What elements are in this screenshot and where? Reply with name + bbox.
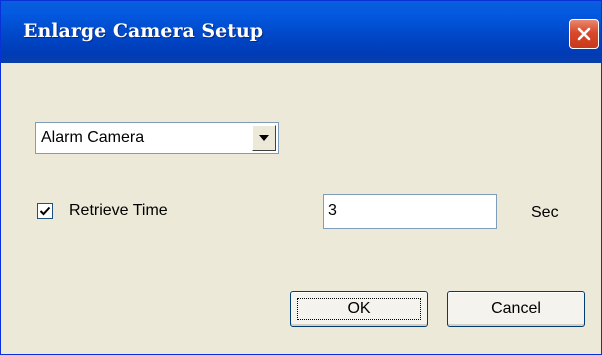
camera-select[interactable]: Alarm Camera xyxy=(35,122,279,154)
ok-button[interactable]: OK xyxy=(290,291,428,327)
retrieve-time-checkbox[interactable] xyxy=(37,203,53,219)
retrieve-time-value: 3 xyxy=(328,202,337,219)
unit-label: Sec xyxy=(531,204,559,221)
chevron-down-icon xyxy=(259,135,269,141)
dropdown-button[interactable] xyxy=(252,125,276,151)
camera-select-value: Alarm Camera xyxy=(41,129,145,146)
title-bar[interactable]: Enlarge Camera Setup xyxy=(1,1,601,63)
dialog-window: Enlarge Camera Setup Alarm Camera Retrie… xyxy=(0,0,602,355)
focus-rect xyxy=(297,298,421,320)
close-button[interactable] xyxy=(569,19,599,49)
checkmark-icon xyxy=(39,206,51,216)
dialog-body: Alarm Camera Retrieve Time 3 Sec OK Canc… xyxy=(1,63,601,354)
close-icon xyxy=(577,27,591,41)
cancel-label: Cancel xyxy=(491,300,541,317)
retrieve-time-label[interactable]: Retrieve Time xyxy=(69,202,168,220)
cancel-button[interactable]: Cancel xyxy=(447,291,585,327)
window-title: Enlarge Camera Setup xyxy=(23,20,264,42)
retrieve-time-input[interactable]: 3 xyxy=(323,194,497,229)
